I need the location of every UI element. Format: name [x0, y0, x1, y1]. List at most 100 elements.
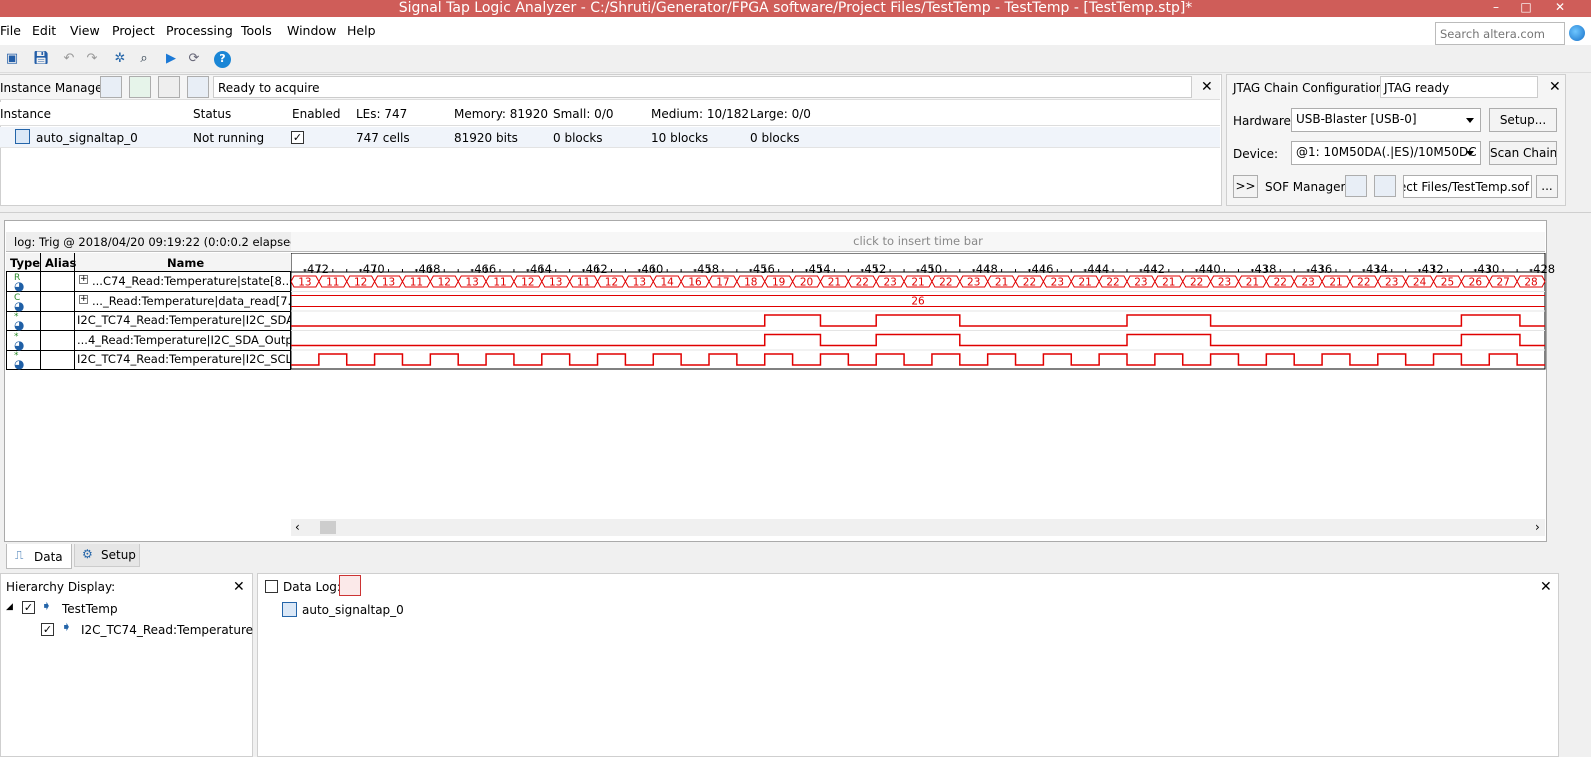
collapse-tree-icon[interactable]: ◢	[6, 602, 13, 612]
menu-edit[interactable]: Edit	[32, 17, 56, 45]
instance-window-icon[interactable]: ▣	[4, 51, 20, 67]
tab-setup[interactable]: ⚙ Setup	[74, 544, 140, 567]
run-once-icon[interactable]	[129, 76, 151, 98]
undo-icon[interactable]: ↶	[61, 51, 77, 67]
root-checkbox[interactable]: ✓	[22, 601, 35, 614]
run-analysis-icon[interactable]: ▶	[163, 51, 179, 67]
search-input[interactable]	[1435, 22, 1565, 45]
hardware-select[interactable]: USB-Blaster [USB-0]	[1291, 108, 1481, 132]
autorun-analysis-icon[interactable]	[100, 76, 122, 98]
close-hierarchy-icon[interactable]: ✕	[233, 580, 245, 594]
col-memory[interactable]: Memory: 81920	[454, 107, 548, 121]
state-bus-value: 22	[1274, 277, 1287, 289]
col-status[interactable]: Status	[193, 107, 231, 121]
sof-path-field[interactable]: oject Files/TestTemp.sof	[1403, 175, 1532, 198]
state-bus-value: 22	[939, 277, 952, 289]
time-tick-label: -464	[525, 262, 552, 276]
node-finder-icon[interactable]: ✲	[112, 51, 128, 67]
grid-line	[6, 369, 291, 370]
menu-file[interactable]: File	[0, 17, 21, 45]
close-instance-manager-icon[interactable]: ✕	[1201, 80, 1213, 94]
window-title: Signal Tap Logic Analyzer - C:/Shruti/Ge…	[398, 0, 1193, 16]
datalog-panel	[257, 573, 1559, 757]
col-enabled[interactable]: Enabled	[292, 107, 341, 121]
scan-chain-button[interactable]: Scan Chain	[1489, 141, 1557, 165]
col-instance[interactable]: Instance	[0, 107, 51, 121]
minimize-button[interactable]: –	[1481, 0, 1511, 17]
col-small[interactable]: Small: 0/0	[553, 107, 614, 121]
maximize-button[interactable]: □	[1511, 0, 1541, 17]
time-tick-label: -438	[1250, 262, 1277, 276]
instance-les: 747 cells	[356, 131, 410, 145]
menu-view[interactable]: View	[70, 17, 100, 45]
col-name[interactable]: Name	[167, 256, 204, 270]
expand-bus-icon[interactable]: +	[79, 275, 88, 284]
state-bus-value: 11	[410, 277, 423, 289]
read-data-icon[interactable]	[187, 76, 209, 98]
datalog-enable-icon[interactable]	[339, 575, 361, 596]
redo-icon[interactable]: ↷	[84, 51, 100, 67]
state-bus-value: 13	[549, 277, 562, 289]
hierarchy-panel	[0, 573, 253, 757]
close-datalog-icon[interactable]: ✕	[1540, 580, 1552, 594]
signal-name[interactable]: ..._Read:Temperature|data_read[7..0]	[92, 294, 290, 308]
instance-row[interactable]	[0, 127, 1220, 148]
state-bus-value: 18	[744, 277, 757, 289]
state-bus-value: 22	[1023, 277, 1036, 289]
close-jtag-icon[interactable]: ✕	[1549, 80, 1561, 94]
state-bus-value: 11	[493, 277, 506, 289]
instance-enabled-checkbox[interactable]: ✓	[291, 131, 304, 144]
time-tick-label: -458	[693, 262, 720, 276]
time-bar-strip[interactable]: click to insert time bar	[291, 232, 1545, 252]
datalog-item[interactable]: auto_signaltap_0	[302, 603, 404, 617]
attach-sof-icon[interactable]	[1374, 175, 1396, 197]
save-icon[interactable]: 💾︎	[33, 51, 50, 67]
menu-processing[interactable]: Processing	[166, 17, 233, 45]
expand-jtag-button[interactable]: >>	[1233, 175, 1258, 198]
col-medium[interactable]: Medium: 10/182	[651, 107, 749, 121]
autorun-icon[interactable]: ⟳	[186, 51, 202, 67]
hierarchy-child[interactable]: I2C_TC74_Read:Temperature	[81, 623, 253, 637]
instance-status: Not running	[193, 131, 265, 145]
state-bus-value: 23	[1385, 277, 1398, 289]
log-label-box: log: Trig @ 2018/04/20 09:19:22 (0:0:0.2…	[6, 232, 323, 252]
globe-icon[interactable]	[1569, 25, 1585, 41]
child-checkbox[interactable]: ✓	[41, 623, 54, 636]
col-large[interactable]: Large: 0/0	[750, 107, 811, 121]
help-icon[interactable]: ?	[214, 51, 231, 68]
close-window-button[interactable]: ✕	[1545, 0, 1575, 17]
horizontal-scrollbar[interactable]: ‹ ›	[291, 519, 1545, 536]
stop-analysis-icon[interactable]	[158, 76, 180, 98]
tab-data[interactable]: ⎍ Data	[6, 544, 72, 569]
menu-project[interactable]: Project	[112, 17, 155, 45]
setup-button[interactable]: Setup...	[1489, 108, 1557, 132]
col-les[interactable]: LEs: 747	[356, 107, 407, 121]
browse-sof-button[interactable]: ...	[1536, 175, 1558, 198]
state-bus-value: 21	[1162, 277, 1175, 289]
scroll-thumb[interactable]	[320, 521, 336, 534]
hierarchy-root[interactable]: TestTemp	[62, 602, 118, 616]
scroll-right-icon[interactable]: ›	[1535, 520, 1540, 534]
menu-window[interactable]: Window	[287, 17, 336, 45]
state-bus-value: 22	[1190, 277, 1203, 289]
signal-name[interactable]: ...4_Read:Temperature|I2C_SDA_Output	[77, 333, 290, 347]
state-bus-value: 12	[605, 277, 618, 289]
state-bus-value: 21	[995, 277, 1008, 289]
menu-help[interactable]: Help	[347, 17, 376, 45]
menu-tools[interactable]: Tools	[241, 17, 272, 45]
signal-name[interactable]: I2C_TC74_Read:Temperature|I2C_SCLK	[77, 352, 290, 366]
datalog-checkbox[interactable]	[265, 580, 278, 593]
scroll-left-icon[interactable]: ‹	[295, 520, 300, 534]
signal-name[interactable]: ...C74_Read:Temperature|state[8..0]	[92, 274, 290, 288]
find-binoculars-icon[interactable]: ⌕	[136, 51, 152, 67]
program-device-icon[interactable]	[1345, 175, 1367, 197]
time-tick-label: -472	[302, 262, 329, 276]
state-bus-value: 27	[1497, 277, 1510, 289]
state-bus-value: 11	[577, 277, 590, 289]
signal-name[interactable]: I2C_TC74_Read:Temperature|I2C_SDA	[77, 313, 290, 327]
col-type[interactable]: Type	[10, 256, 40, 270]
device-select[interactable]: @1: 10M50DA(.|ES)/10M50DC	[1291, 141, 1481, 165]
device-value: @1: 10M50DA(.|ES)/10M50DC	[1296, 145, 1477, 159]
expand-bus-icon[interactable]: +	[79, 295, 88, 304]
col-alias[interactable]: Alias	[45, 256, 76, 270]
